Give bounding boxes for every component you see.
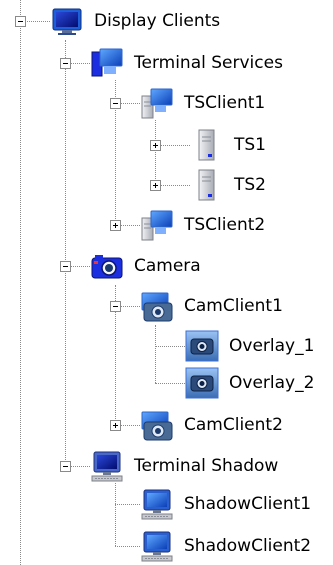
tree-node-shadowclient2[interactable]: ShadowClient2 (140, 529, 311, 563)
tree-connector (65, 40, 66, 466)
tree-connector (155, 383, 185, 384)
tree-connector (155, 325, 156, 383)
node-label: ShadowClient2 (184, 536, 312, 556)
camera-icon (90, 249, 124, 283)
monitor-icon (50, 4, 84, 38)
tree-connector (155, 346, 185, 347)
node-label: TS2 (234, 175, 266, 195)
node-label: TS1 (234, 135, 266, 155)
display-clients-tree: Display Clients Terminal Services TSClie… (0, 0, 333, 565)
tree-node-tsclient1[interactable]: TSClient1 (140, 86, 265, 120)
node-label: Camera (134, 256, 201, 276)
server-tower-icon (190, 128, 224, 162)
collapse-toggle-camclient1[interactable] (110, 301, 121, 312)
camera-client-icon (140, 408, 174, 442)
tree-node-camera[interactable]: Camera (90, 249, 201, 283)
terminal-shadow-icon (90, 449, 124, 483)
tree-node-tsclient2[interactable]: TSClient2 (140, 208, 265, 242)
tree-node-overlay-1[interactable]: Overlay_1 (185, 329, 314, 363)
expand-toggle-camclient2[interactable] (110, 420, 121, 431)
tree-node-terminal-shadow[interactable]: Terminal Shadow (90, 449, 278, 483)
node-label: Terminal Shadow (134, 456, 279, 476)
tree-node-display-clients[interactable]: Display Clients (50, 4, 220, 38)
tree-node-camclient2[interactable]: CamClient2 (140, 408, 283, 442)
collapse-toggle-terminal-shadow[interactable] (60, 461, 71, 472)
tree-connector (115, 483, 116, 546)
node-label: Overlay_2 (229, 373, 315, 393)
shadow-client-icon (140, 487, 174, 521)
node-label: CamClient1 (184, 296, 283, 316)
tree-node-shadowclient1[interactable]: ShadowClient1 (140, 487, 311, 521)
node-label: Display Clients (94, 11, 221, 31)
tree-node-ts1[interactable]: TS1 (190, 128, 266, 162)
camera-client-icon (140, 289, 174, 323)
node-label: Overlay_1 (229, 336, 315, 356)
ts-client-icon (140, 208, 174, 242)
ts-client-icon (140, 86, 174, 120)
node-label: CamClient2 (184, 415, 283, 435)
shadow-client-icon (140, 529, 174, 563)
terminal-services-icon (90, 46, 124, 80)
tree-connector (115, 546, 140, 547)
expand-toggle-ts2[interactable] (150, 180, 161, 191)
server-tower-icon (190, 168, 224, 202)
tree-node-terminal-services[interactable]: Terminal Services (90, 46, 283, 80)
tree-node-camclient1[interactable]: CamClient1 (140, 289, 283, 323)
overlay-camera-icon (185, 329, 219, 363)
tree-connector (155, 120, 156, 185)
node-label: TSClient2 (184, 215, 266, 235)
collapse-toggle-camera[interactable] (60, 261, 71, 272)
collapse-toggle-terminal-services[interactable] (60, 58, 71, 69)
collapse-toggle-tsclient1[interactable] (110, 98, 121, 109)
collapse-toggle-display-clients[interactable] (15, 16, 26, 27)
expand-toggle-tsclient2[interactable] (110, 220, 121, 231)
node-label: Terminal Services (134, 53, 283, 73)
tree-node-overlay-2[interactable]: Overlay_2 (185, 366, 314, 400)
node-label: TSClient1 (184, 93, 266, 113)
expand-toggle-ts1[interactable] (150, 140, 161, 151)
overlay-camera-icon (185, 366, 219, 400)
tree-connector (115, 504, 140, 505)
tree-node-ts2[interactable]: TS2 (190, 168, 266, 202)
tree-connector (20, 0, 21, 565)
node-label: ShadowClient1 (184, 494, 312, 514)
